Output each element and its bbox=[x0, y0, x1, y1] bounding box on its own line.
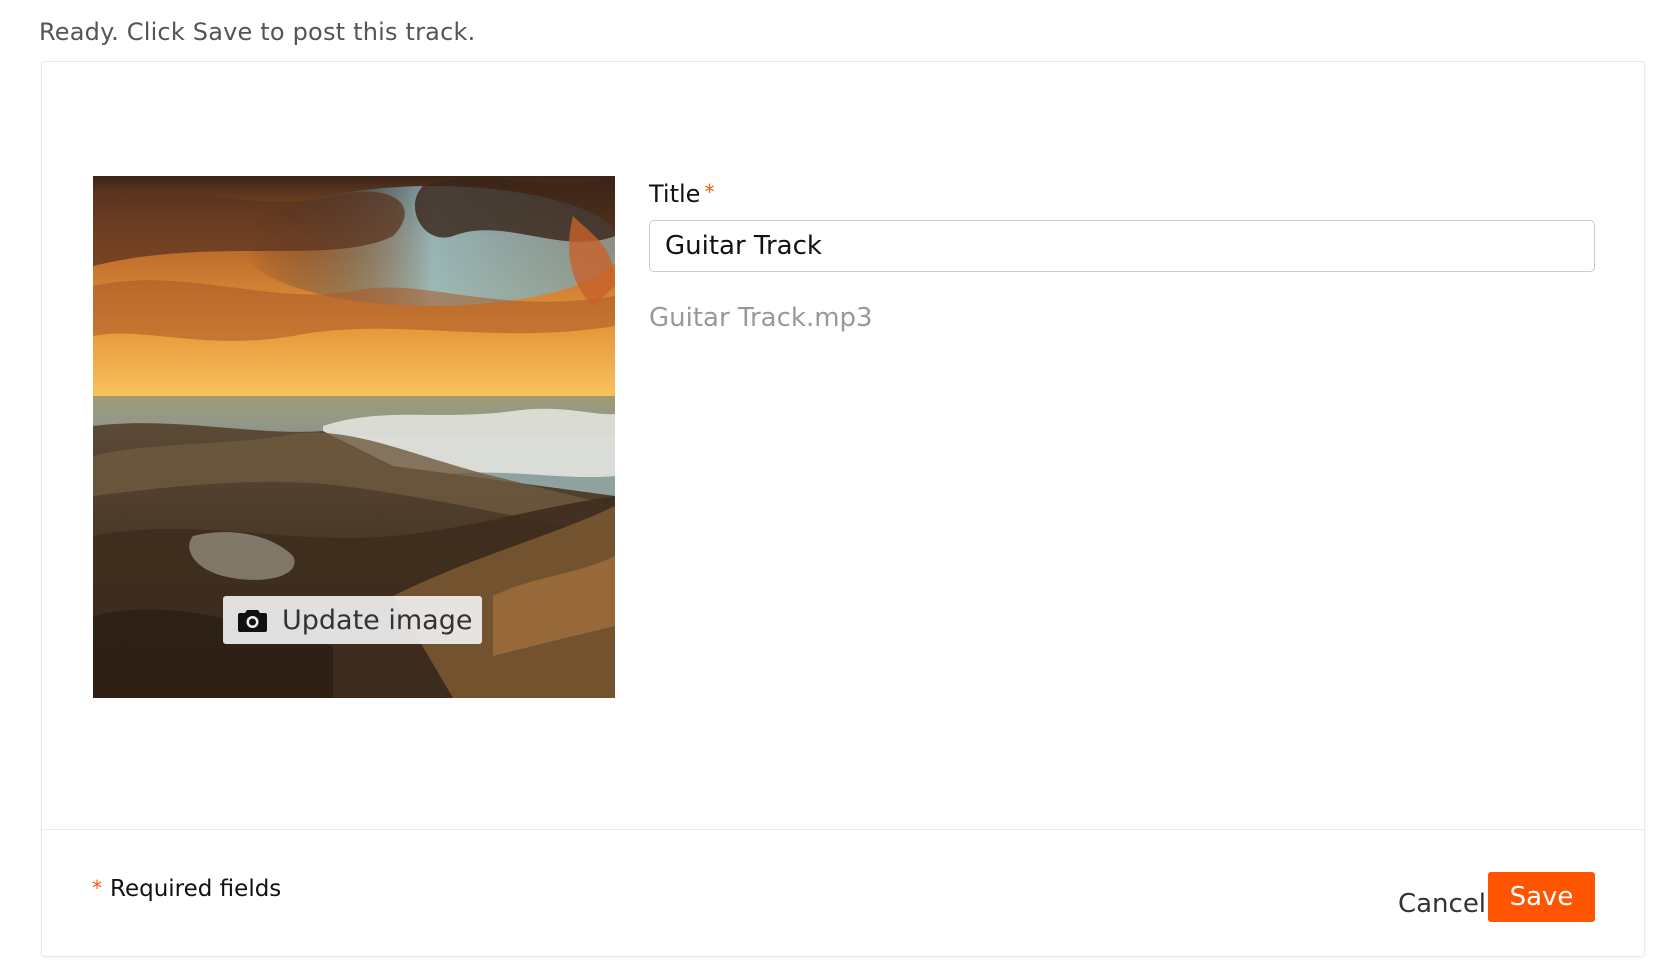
required-asterisk: * bbox=[92, 876, 102, 900]
panel-body: Update image Title* Guitar Track.mp3 bbox=[42, 62, 1644, 830]
save-button[interactable]: Save bbox=[1488, 872, 1595, 922]
title-field-label: Title * bbox=[649, 180, 714, 208]
track-edit-panel: Update image Title* Guitar Track.mp3 *Re… bbox=[41, 61, 1645, 957]
update-image-button[interactable]: Update image bbox=[223, 596, 482, 644]
required-asterisk: * bbox=[704, 180, 715, 204]
title-label-text: Title bbox=[649, 180, 701, 208]
required-fields-text: Required fields bbox=[110, 876, 282, 902]
status-message: Ready. Click Save to post this track. bbox=[39, 18, 476, 46]
title-input[interactable] bbox=[649, 220, 1595, 272]
track-artwork: Update image bbox=[93, 176, 615, 698]
required-fields-note: * Required fields bbox=[92, 876, 281, 902]
camera-icon bbox=[238, 610, 267, 632]
uploaded-filename: Guitar Track.mp3 bbox=[649, 303, 873, 333]
update-image-label: Update image bbox=[282, 604, 473, 636]
